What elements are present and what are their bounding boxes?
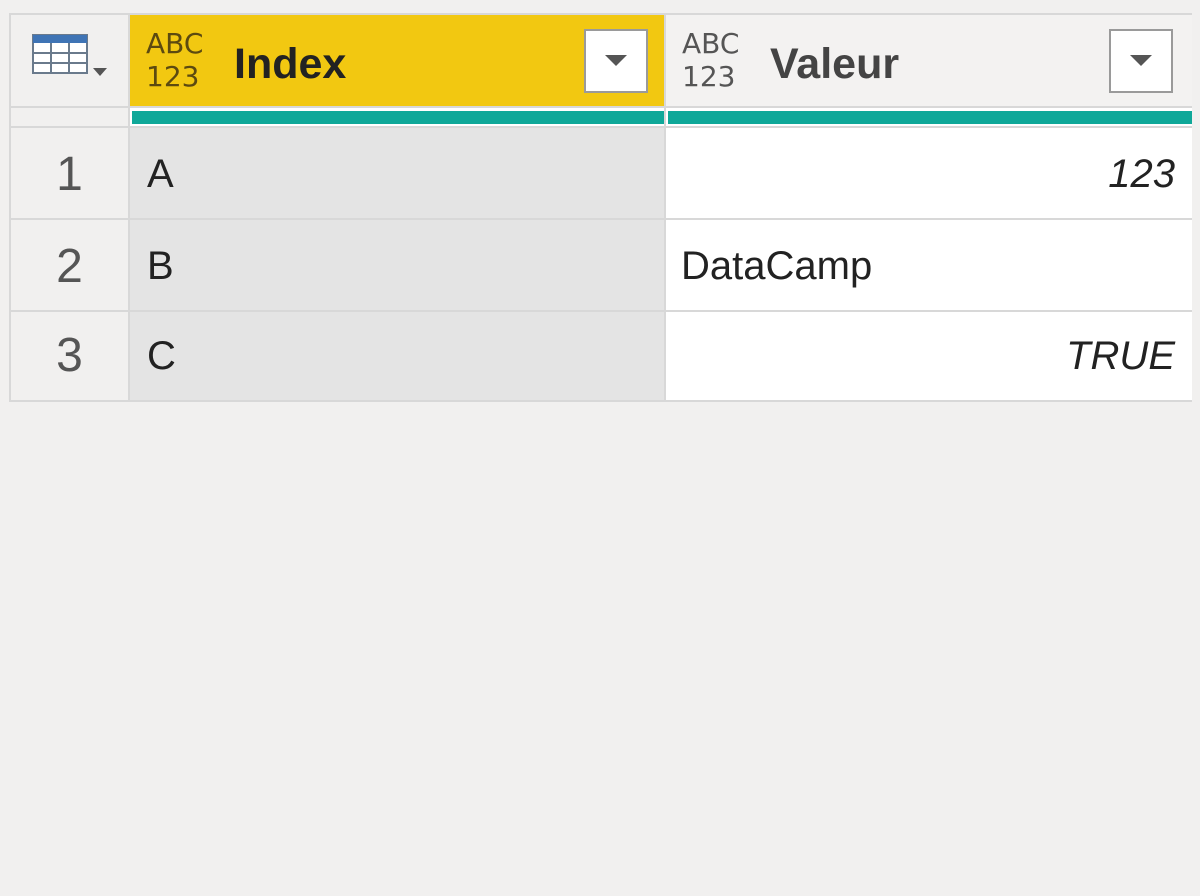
row-number[interactable]: 3 (11, 312, 130, 400)
chevron-down-icon (93, 68, 107, 76)
column-filter-button[interactable] (584, 29, 648, 93)
column-quality-bar-valeur (666, 108, 1192, 128)
column-name: Valeur (770, 40, 900, 88)
column-filter-button[interactable] (1109, 29, 1173, 93)
chevron-down-icon (605, 55, 627, 66)
valid-quality-fill (132, 111, 664, 124)
table-cell-index[interactable]: A (130, 128, 666, 220)
table-cell-index[interactable]: B (130, 220, 666, 312)
any-type-icon[interactable]: ABC 123 (682, 27, 752, 93)
table-cell-valeur[interactable]: DataCamp (666, 220, 1192, 312)
table-cell-valeur[interactable]: TRUE (666, 312, 1192, 400)
quality-row-spacer (11, 108, 130, 128)
valid-quality-fill (668, 111, 1192, 124)
row-number[interactable]: 2 (11, 220, 130, 312)
column-name: Index (234, 40, 347, 88)
table-cell-valeur[interactable]: 123 (666, 128, 1192, 220)
column-header-index[interactable]: ABC 123 Index (130, 15, 666, 108)
column-header-valeur[interactable]: ABC 123 Valeur (666, 15, 1192, 108)
data-preview-grid: ABC 123 Index ABC 123 Valeur 1 A 123 2 B… (9, 13, 1192, 402)
chevron-down-icon (1130, 55, 1152, 66)
table-grid-icon (32, 34, 88, 74)
any-type-icon[interactable]: ABC 123 (146, 27, 216, 93)
column-quality-bar-index (130, 108, 666, 128)
row-number[interactable]: 1 (11, 128, 130, 220)
table-menu-button[interactable] (11, 15, 130, 108)
table-cell-index[interactable]: C (130, 312, 666, 400)
